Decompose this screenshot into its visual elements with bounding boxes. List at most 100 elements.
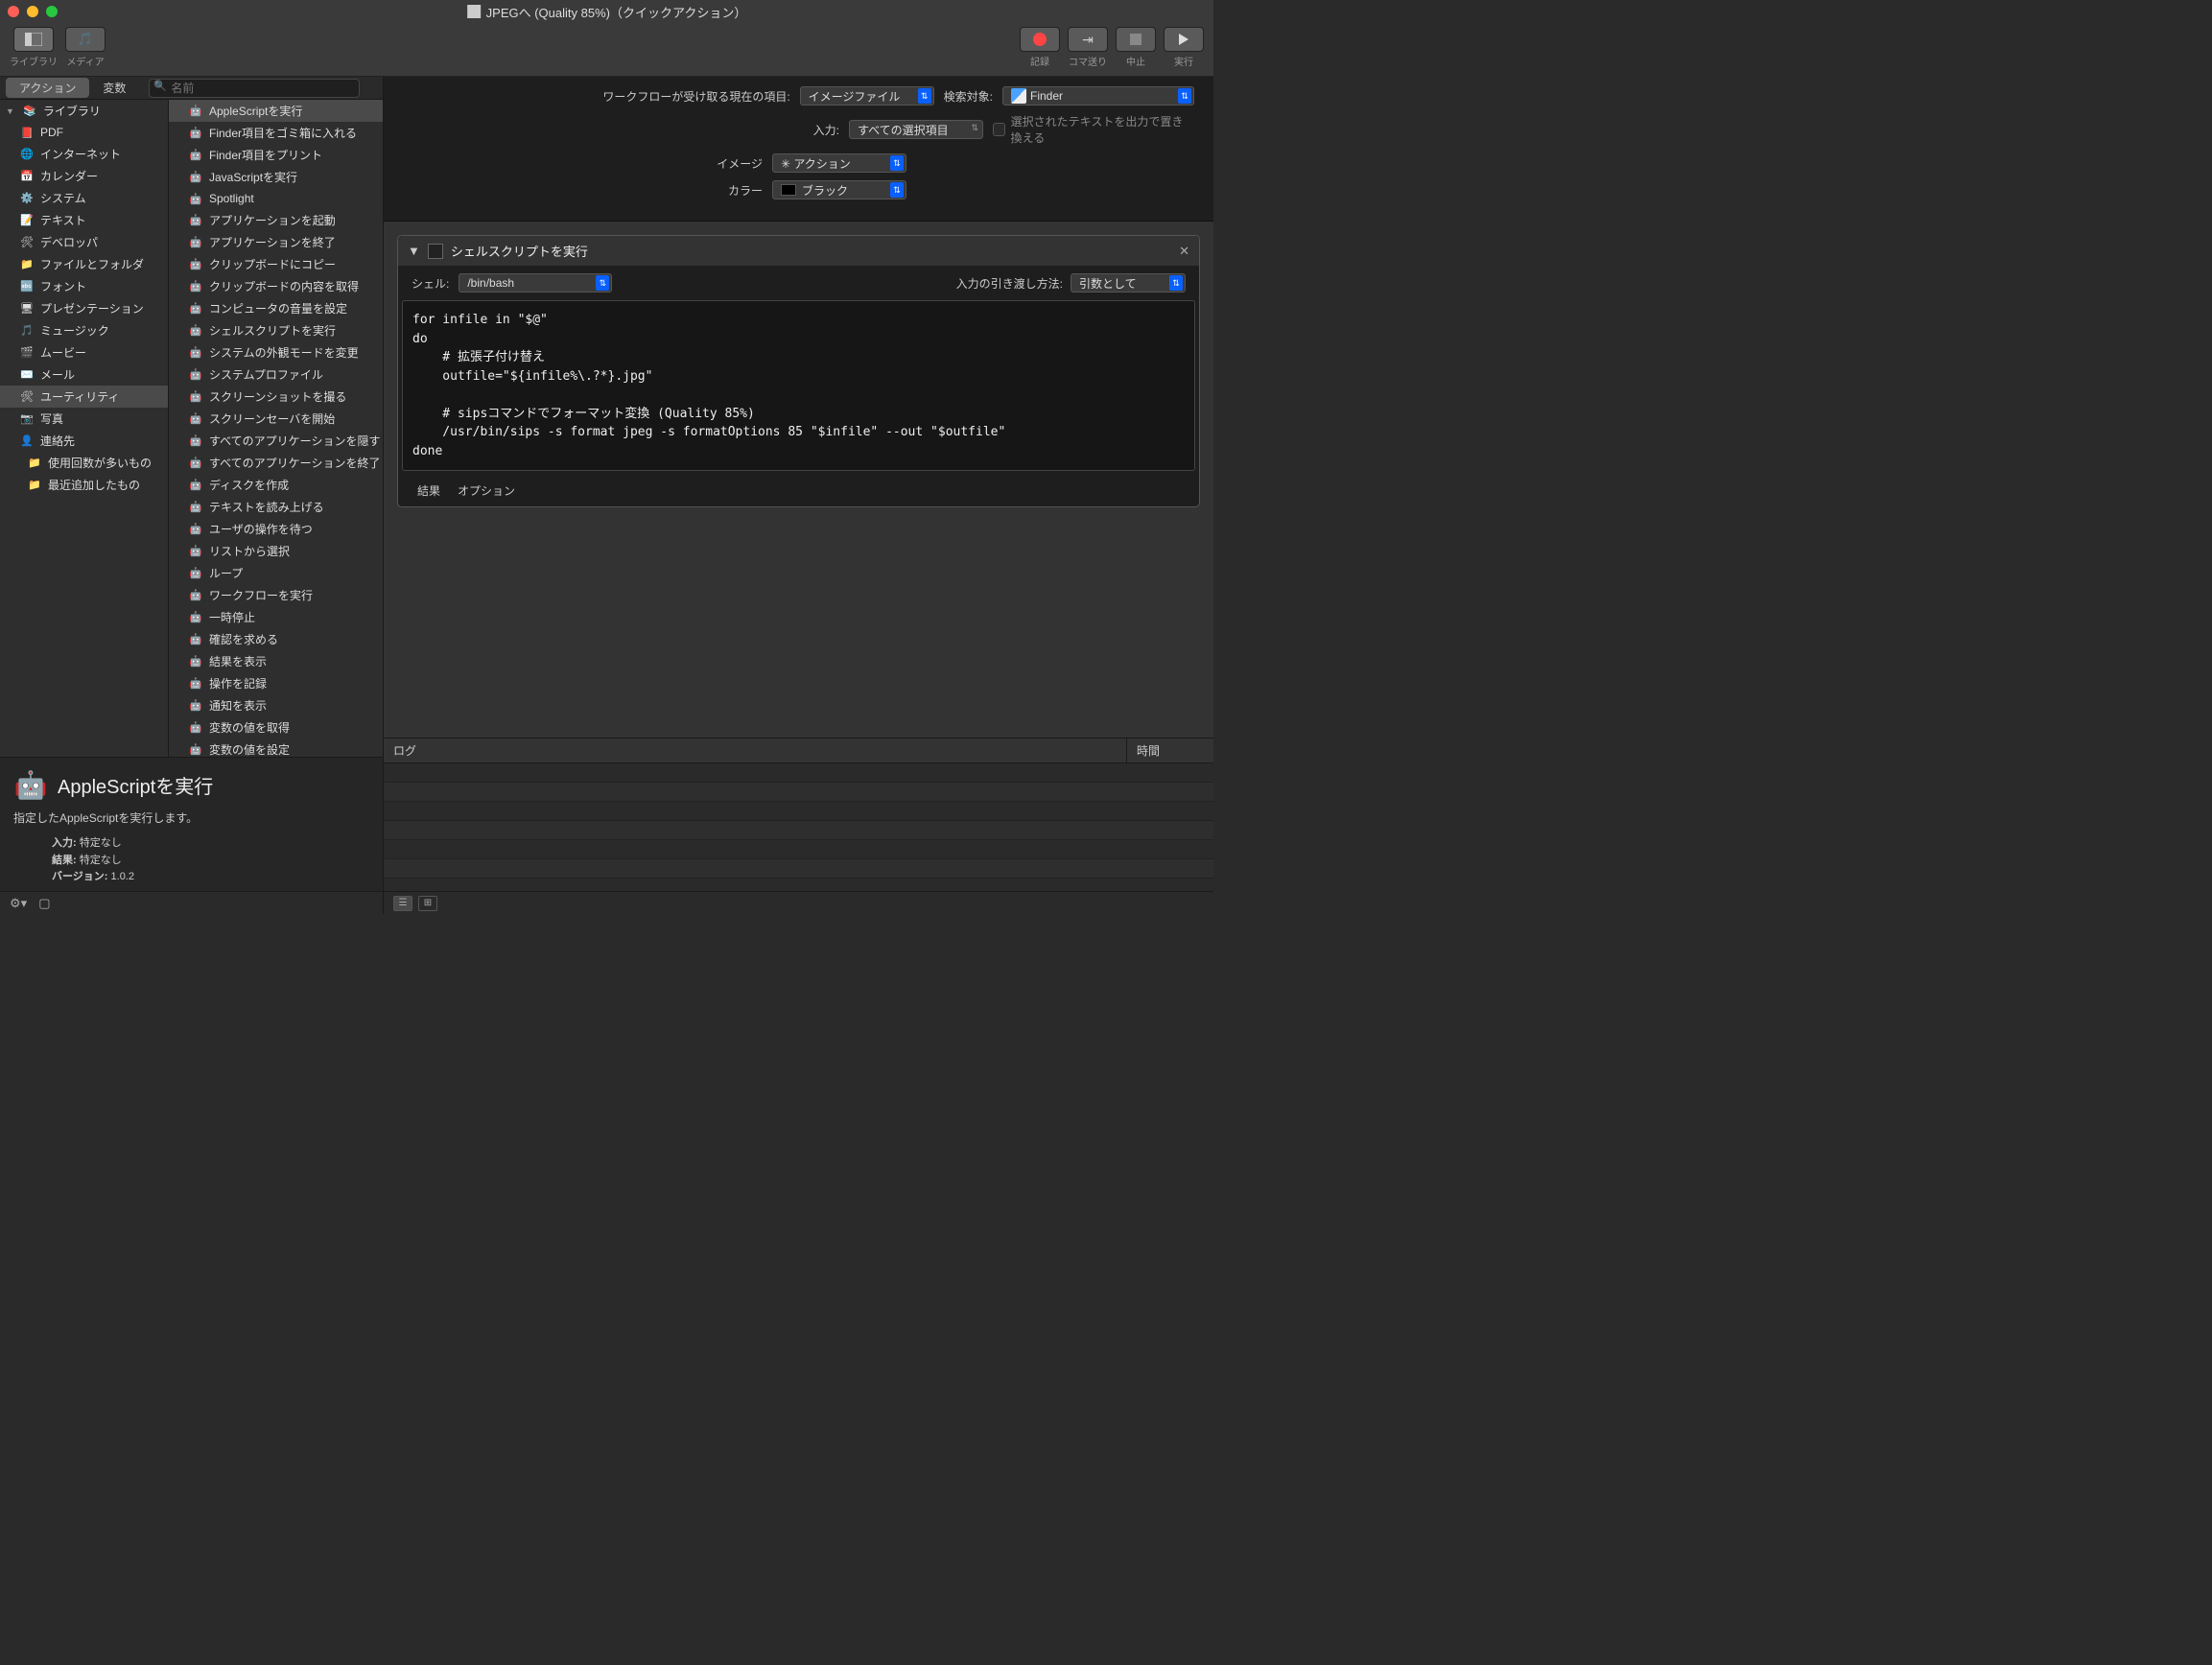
search-input[interactable]: [149, 79, 360, 98]
time-column-header[interactable]: 時間: [1127, 739, 1213, 762]
action-item[interactable]: 🤖アプリケーションを終了: [169, 231, 383, 253]
action-item[interactable]: 🤖ループ: [169, 562, 383, 584]
library-item[interactable]: 📕PDF: [0, 122, 168, 143]
action-icon: 🤖: [188, 345, 203, 361]
category-icon: 👤: [19, 434, 35, 449]
tab-variable[interactable]: 変数: [89, 78, 139, 98]
media-button[interactable]: 🎵: [65, 27, 106, 52]
library-item[interactable]: 🛠デベロッパ: [0, 231, 168, 253]
action-item[interactable]: 🤖すべてのアプリケーションを隠す: [169, 430, 383, 452]
action-item[interactable]: 🤖リストから選択: [169, 540, 383, 562]
action-item[interactable]: 🤖スクリーンショットを撮る: [169, 386, 383, 408]
zoom-window-button[interactable]: [46, 6, 58, 17]
action-icon: 🤖: [188, 698, 203, 714]
search-target-select[interactable]: Finder: [1002, 86, 1194, 106]
library-header[interactable]: ▼ 📚 ライブラリ: [0, 100, 168, 122]
shell-label: シェル:: [412, 275, 449, 292]
tab-action[interactable]: アクション: [6, 78, 89, 98]
library-item[interactable]: 🌐インターネット: [0, 143, 168, 165]
action-item[interactable]: 🤖システムの外観モードを変更: [169, 341, 383, 363]
action-item[interactable]: 🤖一時停止: [169, 606, 383, 628]
library-item[interactable]: 📝テキスト: [0, 209, 168, 231]
pass-input-select[interactable]: 引数として: [1071, 273, 1186, 293]
library-item[interactable]: 🖥プレゼンテーション: [0, 297, 168, 319]
action-item[interactable]: 🤖ディスクを作成: [169, 474, 383, 496]
minimize-window-button[interactable]: [27, 6, 38, 17]
library-item[interactable]: 🛠ユーティリティ: [0, 386, 168, 408]
library-toggle-button[interactable]: [13, 27, 54, 52]
toolbar: ライブラリ 🎵 メディア 記録 ⇥ コマ送り 中止: [0, 23, 1213, 77]
library-item[interactable]: 📅カレンダー: [0, 165, 168, 187]
image-select[interactable]: ✳ アクション: [772, 153, 906, 173]
action-item[interactable]: 🤖Finder項目をゴミ箱に入れる: [169, 122, 383, 144]
log-row: [384, 859, 1213, 879]
action-item[interactable]: 🤖Spotlight: [169, 188, 383, 209]
library-item[interactable]: 📁ファイルとフォルダ: [0, 253, 168, 275]
library-smart-item[interactable]: 📁使用回数が多いもの: [0, 452, 168, 474]
action-icon: 🤖: [188, 104, 203, 119]
card-option-tab[interactable]: オプション: [458, 482, 515, 499]
action-item[interactable]: 🤖スクリーンセーバを開始: [169, 408, 383, 430]
list-view-button[interactable]: ☰: [393, 896, 412, 911]
record-button[interactable]: [1020, 27, 1060, 52]
panel-toggle-icon[interactable]: ▢: [38, 896, 50, 911]
action-icon: 🤖: [188, 654, 203, 669]
output-replace-checkbox[interactable]: [993, 123, 1005, 136]
library-smart-item[interactable]: 📁最近追加したもの: [0, 474, 168, 496]
workflow-header: ワークフローが受け取る現在の項目: イメージファイル 検索対象: Finder …: [384, 77, 1213, 222]
action-item[interactable]: 🤖確認を求める: [169, 628, 383, 650]
gear-icon[interactable]: ⚙▾: [10, 896, 27, 911]
action-icon: 🤖: [188, 257, 203, 272]
close-window-button[interactable]: [8, 6, 19, 17]
stop-button[interactable]: [1116, 27, 1156, 52]
color-select[interactable]: ブラック: [772, 180, 906, 199]
shell-script-action-card: ▼ シェルスクリプトを実行 ✕ シェル: /bin/bash 入力の引き渡し方法…: [397, 235, 1200, 507]
category-icon: 🛠: [19, 389, 35, 405]
log-column-header[interactable]: ログ: [384, 739, 1127, 762]
action-item[interactable]: 🤖変数の値を設定: [169, 739, 383, 757]
script-editor[interactable]: for infile in "$@" do # 拡張子付け替え outfile=…: [402, 300, 1195, 471]
action-item[interactable]: 🤖Finder項目をプリント: [169, 144, 383, 166]
library-item[interactable]: 🎵ミュージック: [0, 319, 168, 341]
workflow-bottom-bar: ☰ ⊞: [384, 891, 1213, 914]
action-icon: 🤖: [188, 588, 203, 603]
action-item[interactable]: 🤖すべてのアプリケーションを終了: [169, 452, 383, 474]
action-item[interactable]: 🤖クリップボードにコピー: [169, 253, 383, 275]
shell-select[interactable]: /bin/bash: [459, 273, 612, 293]
close-card-button[interactable]: ✕: [1179, 244, 1189, 259]
action-item[interactable]: 🤖シェルスクリプトを実行: [169, 319, 383, 341]
action-item[interactable]: 🤖コンピュータの音量を設定: [169, 297, 383, 319]
library-item[interactable]: 👤連絡先: [0, 430, 168, 452]
action-item[interactable]: 🤖変数の値を取得: [169, 716, 383, 739]
library-item[interactable]: 🔤フォント: [0, 275, 168, 297]
category-icon: 📷: [19, 411, 35, 427]
titlebar: JPEGへ (Quality 85%)（クイックアクション）: [0, 0, 1213, 23]
action-item[interactable]: 🤖クリップボードの内容を取得: [169, 275, 383, 297]
library-item[interactable]: ✉️メール: [0, 363, 168, 386]
action-icon: 🤖: [188, 279, 203, 294]
action-item[interactable]: 🤖操作を記録: [169, 672, 383, 694]
action-icon: 🤖: [188, 170, 203, 185]
action-item[interactable]: 🤖アプリケーションを起動: [169, 209, 383, 231]
library-column: ▼ 📚 ライブラリ 📕PDF🌐インターネット📅カレンダー⚙️システム📝テキスト🛠…: [0, 100, 169, 757]
input-select[interactable]: すべての選択項目: [849, 120, 983, 139]
action-item[interactable]: 🤖ユーザの操作を待つ: [169, 518, 383, 540]
action-item[interactable]: 🤖結果を表示: [169, 650, 383, 672]
action-item[interactable]: 🤖AppleScriptを実行: [169, 100, 383, 122]
action-item[interactable]: 🤖テキストを読み上げる: [169, 496, 383, 518]
flow-view-button[interactable]: ⊞: [418, 896, 437, 911]
run-button[interactable]: [1164, 27, 1204, 52]
receives-select[interactable]: イメージファイル: [800, 86, 934, 106]
action-item[interactable]: 🤖ワークフローを実行: [169, 584, 383, 606]
action-item[interactable]: 🤖通知を表示: [169, 694, 383, 716]
action-item[interactable]: 🤖JavaScriptを実行: [169, 166, 383, 188]
disclosure-triangle-icon[interactable]: ▼: [408, 244, 420, 258]
step-button[interactable]: ⇥: [1068, 27, 1108, 52]
library-item[interactable]: 📷写真: [0, 408, 168, 430]
description-text: 指定したAppleScriptを実行します。: [13, 809, 369, 826]
action-item[interactable]: 🤖システムプロファイル: [169, 363, 383, 386]
action-icon: 🤖: [188, 191, 203, 206]
library-item[interactable]: ⚙️システム: [0, 187, 168, 209]
card-result-tab[interactable]: 結果: [417, 482, 440, 499]
library-item[interactable]: 🎬ムービー: [0, 341, 168, 363]
